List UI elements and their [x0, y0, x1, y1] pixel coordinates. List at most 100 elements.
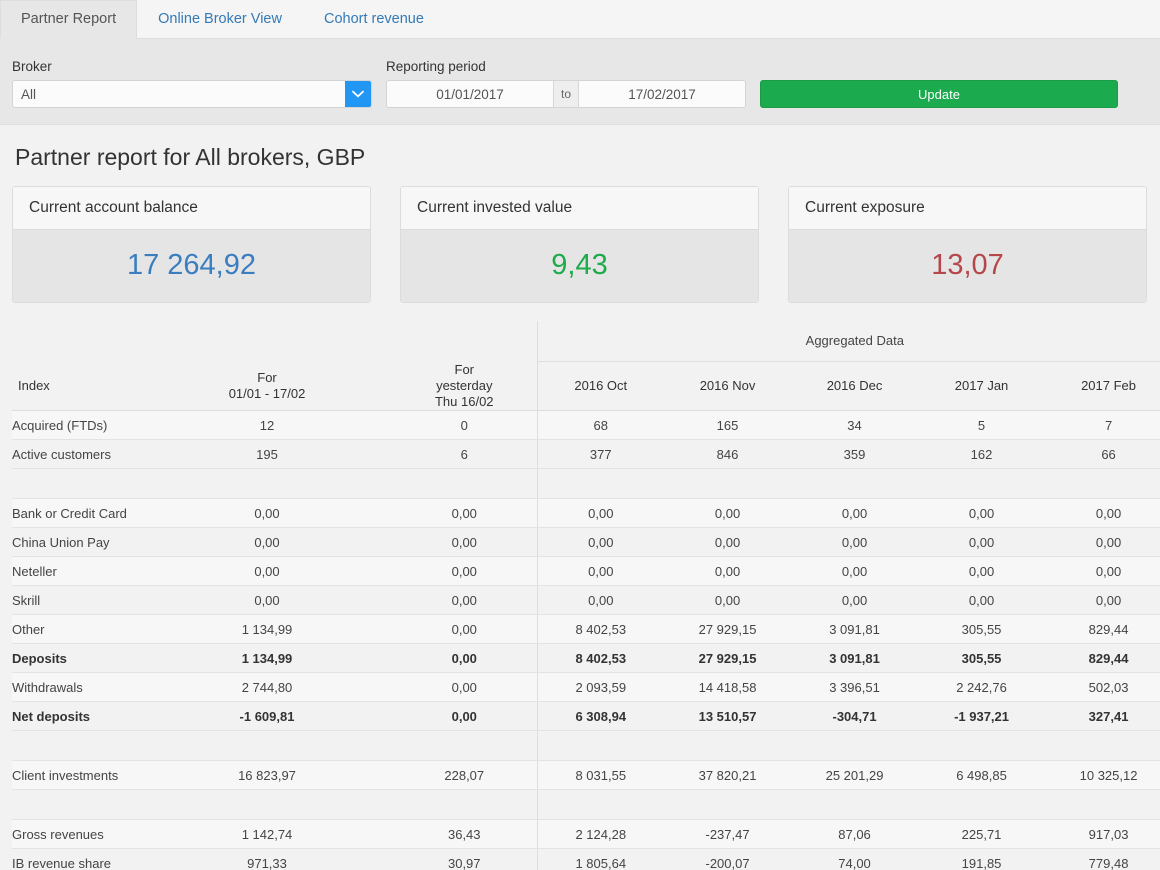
row-value: 36,43 — [392, 819, 538, 850]
row-value: 327,41 — [1045, 701, 1160, 732]
row-value: 2 124,28 — [536, 819, 665, 850]
row-value: 0,00 — [142, 585, 392, 616]
row-value: 0,00 — [1045, 527, 1160, 558]
row-value: 8 402,53 — [536, 643, 665, 674]
row-value: 0,00 — [791, 585, 919, 616]
tab-bar: Partner Report Online Broker View Cohort… — [0, 0, 1160, 39]
row-value: 0,00 — [536, 527, 665, 558]
row-value: 377 — [536, 439, 665, 470]
table-row[interactable]: Deposits 1 134,99 0,00 8 402,53 27 929,15 3 0… — [12, 643, 1160, 674]
card-title: Current account balance — [13, 186, 370, 230]
broker-select[interactable]: All — [12, 80, 372, 108]
tab-partner-report[interactable]: Partner Report — [0, 0, 138, 39]
row-label: Net deposits — [12, 701, 142, 732]
table-row[interactable]: Withdrawals 2 744,80 0,00 2 093,59 14 418,58… — [12, 672, 1160, 703]
col-header-oct2016[interactable]: 2016 Oct — [536, 361, 665, 412]
reporting-period-label: Reporting period — [386, 58, 486, 74]
tab-online-broker-view[interactable]: Online Broker View — [137, 0, 303, 38]
row-value: -1 609,81 — [142, 701, 392, 732]
row-value: 0,00 — [918, 585, 1046, 616]
table-row[interactable]: IB revenue share 971,33 30,97 1 805,64 -200,… — [12, 848, 1160, 870]
col-header-index[interactable]: Index — [12, 361, 142, 412]
row-value: -200,07 — [664, 848, 792, 870]
row-value: 0,00 — [1045, 498, 1160, 529]
table-row[interactable]: Neteller 0,00 0,00 0,00 0,00 0,00 0,00 0,00 — [12, 556, 1160, 587]
date-to-input[interactable]: 17/02/2017 — [579, 81, 745, 107]
row-value: 0,00 — [791, 498, 919, 529]
col-header-yesterday-line1: For — [454, 361, 475, 377]
row-value: 0,00 — [664, 585, 792, 616]
row-value: 0,00 — [392, 527, 538, 558]
row-label: IB revenue share — [12, 848, 142, 870]
col-header-feb2017[interactable]: 2017 Feb — [1045, 361, 1160, 412]
row-value: 846 — [664, 439, 792, 470]
row-value: 162 — [918, 439, 1046, 470]
row-value: 3 396,51 — [791, 672, 919, 703]
row-value: 0,00 — [918, 498, 1046, 529]
table-row[interactable]: Acquired (FTDs) 12 0 68 165 34 5 7 — [12, 410, 1160, 441]
tab-label: Online Broker View — [158, 11, 282, 28]
update-field: Update — [760, 80, 1118, 108]
row-value: 74,00 — [791, 848, 919, 870]
table-row[interactable]: Client investments 16 823,97 228,07 8 031,5… — [12, 760, 1160, 791]
row-value: 0,00 — [918, 556, 1046, 587]
col-header-yesterday[interactable]: For yesterday Thu 16/02 — [392, 361, 538, 412]
row-value: 5 — [918, 410, 1046, 441]
table-row[interactable]: Gross revenues 1 142,74 36,43 2 124,28 -237,… — [12, 819, 1160, 850]
broker-select-wrap: All — [12, 80, 372, 108]
col-header-dec2016[interactable]: 2016 Dec — [791, 361, 919, 412]
row-value: 6 498,85 — [918, 760, 1046, 791]
row-value: 971,33 — [142, 848, 392, 870]
row-value: 0,00 — [142, 556, 392, 587]
aggregated-data-group-header: Aggregated Data — [536, 320, 1160, 363]
col-header-period[interactable]: For 01/01 - 17/02 — [142, 361, 392, 412]
row-value: 1 805,64 — [536, 848, 665, 870]
row-value: 0,00 — [536, 556, 665, 587]
row-value: 16 823,97 — [142, 760, 392, 791]
table-row[interactable]: Active customers 195 6 377 846 359 162 66 — [12, 439, 1160, 470]
row-value: 68 — [536, 410, 665, 441]
row-value: 0,00 — [664, 527, 792, 558]
date-from-input[interactable]: 01/01/2017 — [387, 81, 553, 107]
card-value: 9,43 — [401, 229, 758, 302]
col-header-nov2016[interactable]: 2016 Nov — [664, 361, 792, 412]
col-header-jan2017[interactable]: 2017 Jan — [918, 361, 1046, 412]
row-value: 0,00 — [392, 556, 538, 587]
row-value: 7 — [1045, 410, 1160, 441]
row-value: 829,44 — [1045, 614, 1160, 645]
table-row[interactable]: Skrill 0,00 0,00 0,00 0,00 0,00 0,00 0,00 — [12, 585, 1160, 616]
row-value: 13 510,57 — [664, 701, 792, 732]
row-value: 1 134,99 — [142, 643, 392, 674]
spacer-cell — [12, 468, 538, 500]
row-value: 3 091,81 — [791, 614, 919, 645]
tab-label: Partner Report — [21, 11, 117, 28]
reporting-period-field: Reporting period 01/01/2017 to 17/02/201… — [386, 59, 746, 108]
filter-bar: Broker All Reporting period 01/01/2017 t… — [0, 39, 1160, 125]
broker-label: Broker — [12, 58, 52, 74]
row-value: 3 091,81 — [791, 643, 919, 674]
row-value: 34 — [791, 410, 919, 441]
tab-label: Cohort revenue — [323, 11, 424, 28]
row-value: -1 937,21 — [918, 701, 1046, 732]
row-value: 0,00 — [392, 585, 538, 616]
row-value: 1 142,74 — [142, 819, 392, 850]
table-row[interactable]: Net deposits -1 609,81 0,00 6 308,94 13 510,… — [12, 701, 1160, 732]
col-header-yesterday-line2: yesterday — [436, 377, 493, 393]
row-value: 0,00 — [1045, 556, 1160, 587]
summary-cards: Current account balance 17 264,92 Curren… — [12, 185, 1148, 303]
row-value: 2 242,76 — [918, 672, 1046, 703]
row-value: 10 325,12 — [1045, 760, 1160, 791]
row-label: Active customers — [12, 439, 142, 470]
table-row[interactable]: Other 1 134,99 0,00 8 402,53 27 929,15 3 091,… — [12, 614, 1160, 645]
spacer-cell — [12, 730, 538, 762]
chevron-down-icon[interactable] — [345, 81, 371, 107]
table-row[interactable]: China Union Pay 0,00 0,00 0,00 0,00 0,00 0,00 0… — [12, 527, 1160, 558]
row-value: 0,00 — [1045, 585, 1160, 616]
table-row[interactable]: Bank or Credit Card 0,00 0,00 0,00 0,00 0,00 0… — [12, 498, 1160, 529]
row-value: 228,07 — [392, 760, 538, 791]
row-label: Gross revenues — [12, 819, 142, 850]
tab-cohort-revenue[interactable]: Cohort revenue — [303, 0, 445, 38]
update-button-label: Update — [918, 86, 960, 102]
update-button[interactable]: Update — [760, 80, 1118, 108]
table-body: Acquired (FTDs) 12 0 68 165 34 5 7 Active custom… — [12, 410, 1160, 870]
